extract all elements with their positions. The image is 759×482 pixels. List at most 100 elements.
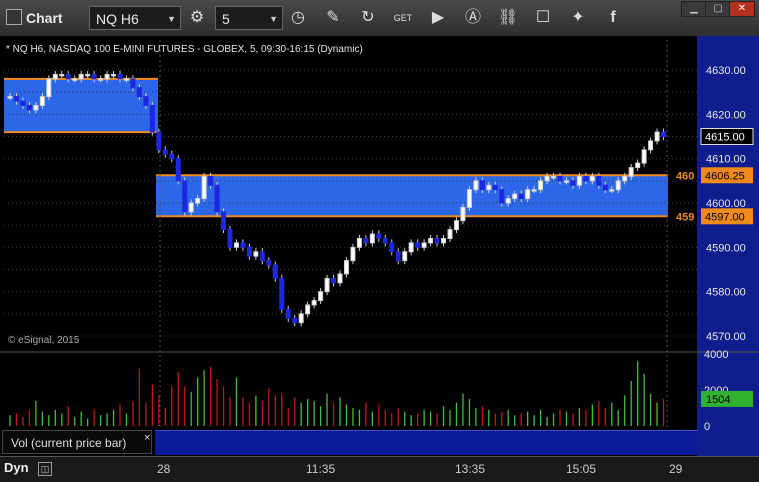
candle-body	[149, 104, 155, 133]
settings-icon[interactable]: ⚙	[184, 6, 210, 30]
candle-body	[13, 96, 19, 102]
candle-body	[156, 131, 162, 151]
candle-body	[78, 73, 84, 80]
price-tick: 4630.00	[706, 65, 746, 77]
close-icon[interactable]: ×	[144, 432, 150, 444]
level-tag-label: 460	[676, 170, 694, 182]
candle-body	[169, 153, 175, 160]
candle-body	[389, 242, 395, 253]
candle-body	[576, 175, 582, 186]
window-title: Chart	[6, 9, 63, 26]
candle-body	[466, 189, 472, 208]
time-tick: 11:35	[306, 462, 336, 476]
interval-value: 5	[222, 11, 230, 27]
price-tick: 4620.00	[706, 109, 746, 121]
chevron-down-icon[interactable]: ▼	[269, 7, 278, 31]
candle-body	[596, 175, 602, 186]
chart-window-icon	[6, 9, 22, 25]
candle-body	[570, 180, 576, 186]
candle-body	[298, 313, 304, 324]
minimize-button[interactable]: ▁	[681, 1, 707, 17]
candle-body	[447, 229, 453, 239]
candle-body	[492, 184, 498, 191]
candle-body	[195, 198, 201, 204]
candle-body	[563, 180, 569, 183]
candle-body	[272, 264, 278, 279]
candle-body	[182, 180, 188, 213]
twitter-icon[interactable]: ✦	[565, 6, 591, 30]
maximize-button[interactable]: ▢	[705, 1, 731, 17]
candle-body	[279, 277, 285, 310]
candle-body	[117, 73, 123, 80]
candle-body	[39, 96, 45, 106]
candle-body	[208, 175, 214, 186]
price-chart[interactable]: 4630.00 4620.00 4610.00 4600.00 4590.00 4580.…	[0, 36, 759, 456]
candle-body	[609, 189, 615, 192]
candle-body	[227, 229, 233, 248]
chevron-down-icon[interactable]: ▼	[167, 7, 176, 31]
candle-body	[544, 175, 550, 182]
facebook-icon[interactable]: f	[600, 6, 626, 30]
candle-body	[123, 78, 129, 81]
symbol-value: NQ H6	[96, 11, 139, 27]
candle-body	[221, 211, 227, 231]
refresh-icon[interactable]: ↻	[355, 6, 381, 30]
chart-toolbar: Chart NQ H6 ▼ ⚙ 5 ▼ ◷ ✎ ↻ GET ▶ Ⓐ ⛓ ☐ ✦ f …	[0, 0, 759, 37]
candle-body	[188, 202, 194, 213]
candle-body	[98, 78, 104, 81]
dynamic-toggle-icon[interactable]: ◫	[38, 462, 52, 476]
candle-body	[518, 193, 524, 200]
symbol-input[interactable]: NQ H6 ▼	[89, 6, 181, 30]
volume-tick: 4000	[704, 349, 728, 361]
candle-body	[512, 193, 518, 200]
time-tick: 13:35	[455, 462, 486, 476]
candle-body	[441, 237, 447, 244]
candle-body	[453, 220, 459, 231]
play-icon[interactable]: ▶	[425, 6, 451, 30]
candle-body	[415, 242, 421, 248]
indicator-legend-label: Vol (current price bar)	[11, 436, 127, 450]
level-price-label: 4606.25	[705, 170, 745, 182]
level-price-label: 4597.00	[705, 211, 745, 223]
indicator-panel-bar	[155, 430, 698, 455]
candle-body	[46, 78, 52, 98]
candle-body	[635, 162, 641, 169]
candle-body	[104, 73, 110, 80]
candle-body	[233, 242, 239, 248]
candle-body	[259, 251, 265, 262]
candle-body	[318, 291, 324, 302]
candle-body	[628, 167, 634, 177]
candle-body	[615, 180, 621, 191]
candle-body	[136, 87, 142, 98]
candle-body	[65, 73, 71, 80]
indicator-legend[interactable]: Vol (current price bar)	[2, 430, 152, 454]
clock-icon[interactable]: ◷	[285, 6, 311, 30]
candle-body	[486, 184, 492, 191]
alert-icon[interactable]: Ⓐ	[460, 6, 486, 30]
get-icon[interactable]: GET	[390, 6, 416, 30]
candle-body	[175, 158, 181, 182]
candle-body	[311, 300, 317, 306]
comment-icon[interactable]: ☐	[530, 6, 556, 30]
candle-body	[395, 251, 401, 262]
candle-body	[72, 78, 78, 81]
pencil-icon[interactable]: ✎	[320, 6, 346, 30]
close-button[interactable]: ✕	[729, 1, 755, 17]
candle-body	[376, 233, 382, 239]
candle-body	[505, 198, 511, 204]
candle-body	[402, 251, 408, 262]
candle-body	[589, 175, 595, 182]
level-band	[156, 175, 668, 217]
level-tag-label: 459	[676, 211, 694, 223]
candle-body	[292, 317, 298, 324]
price-tick: 4600.00	[706, 198, 746, 210]
interval-input[interactable]: 5 ▼	[215, 6, 283, 30]
price-tick: 4580.00	[706, 287, 746, 299]
link-icon[interactable]: ⛓	[495, 6, 521, 30]
time-tick: 28	[157, 462, 171, 476]
candle-body	[26, 104, 32, 111]
candle-body	[460, 206, 466, 222]
candle-body	[91, 73, 97, 80]
volume-tick: 0	[704, 421, 710, 433]
dynamic-label: Dyn	[4, 460, 29, 475]
